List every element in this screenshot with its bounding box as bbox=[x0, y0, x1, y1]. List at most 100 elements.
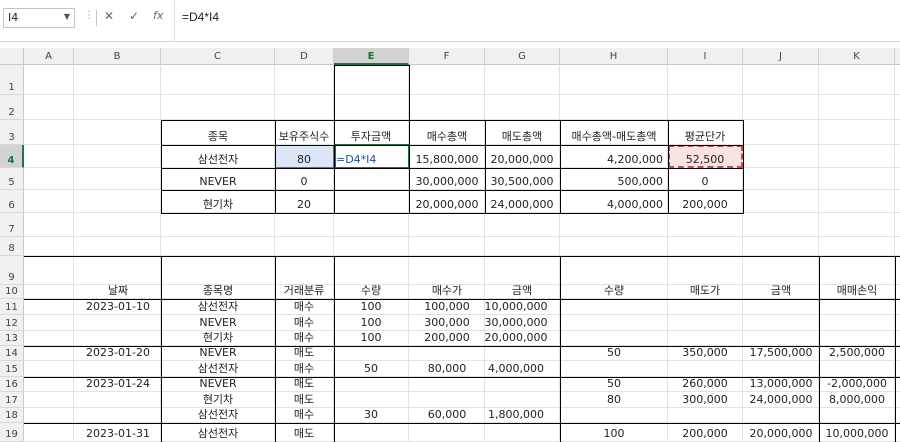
summary-invest[interactable]: =D4*I4 bbox=[336, 154, 376, 165]
cancel-icon[interactable]: ✕ bbox=[104, 9, 114, 23]
journal-profit-loss[interactable]: 8,000,000 bbox=[829, 394, 885, 405]
summary-header[interactable]: 매도총액 bbox=[502, 131, 542, 142]
journal-buy-qty[interactable]: 100 bbox=[361, 332, 382, 343]
journal-buy-qty[interactable]: 100 bbox=[361, 317, 382, 328]
row-header-9[interactable]: 9 bbox=[0, 256, 24, 285]
summary-diff[interactable]: 4,200,000 bbox=[607, 154, 663, 165]
journal-buy-amount[interactable]: 10,000,000 bbox=[485, 301, 548, 312]
select-all-corner[interactable] bbox=[0, 48, 24, 65]
journal-trade-type[interactable]: 매수 bbox=[294, 332, 314, 343]
journal-buy-amount[interactable]: 1,800,000 bbox=[488, 409, 544, 420]
journal-date[interactable]: 2023-01-20 bbox=[86, 347, 150, 358]
row-header-7[interactable]: 7 bbox=[0, 213, 24, 237]
row-header-8[interactable]: 8 bbox=[0, 237, 24, 256]
chevron-down-icon[interactable]: ▼ bbox=[64, 12, 70, 21]
journal-sell-price[interactable]: 350,000 bbox=[682, 347, 728, 358]
journal-stock[interactable]: NEVER bbox=[199, 317, 236, 328]
journal-header[interactable]: 금액 bbox=[512, 285, 532, 296]
journal-date[interactable]: 2023-01-24 bbox=[86, 378, 150, 389]
journal-trade-type[interactable]: 매수 bbox=[294, 301, 314, 312]
journal-sell-qty[interactable]: 100 bbox=[604, 428, 625, 439]
journal-stock[interactable]: 삼선전자 bbox=[198, 363, 238, 374]
journal-sell-price[interactable]: 300,000 bbox=[682, 394, 728, 405]
row-header-15[interactable]: 15 bbox=[0, 361, 24, 377]
column-header-f[interactable]: F bbox=[409, 48, 485, 65]
summary-qty[interactable]: 20 bbox=[297, 199, 311, 210]
summary-stock-name[interactable]: 삼선전자 bbox=[198, 154, 238, 165]
journal-trade-type[interactable]: 매도 bbox=[294, 428, 314, 439]
summary-avg-price[interactable]: 0 bbox=[702, 176, 709, 187]
journal-buy-amount[interactable]: 4,000,000 bbox=[488, 363, 544, 374]
journal-stock[interactable]: 현기차 bbox=[203, 332, 233, 343]
summary-qty[interactable]: 80 bbox=[297, 154, 311, 165]
summary-stock-name[interactable]: NEVER bbox=[199, 176, 236, 187]
journal-buy-qty[interactable]: 30 bbox=[364, 409, 378, 420]
journal-sell-amount[interactable]: 24,000,000 bbox=[750, 394, 813, 405]
row-header-11[interactable]: 11 bbox=[0, 299, 24, 315]
journal-trade-type[interactable]: 매수 bbox=[294, 317, 314, 328]
journal-sell-qty[interactable]: 50 bbox=[607, 347, 621, 358]
column-header-h[interactable]: H bbox=[560, 48, 668, 65]
journal-trade-type[interactable]: 매수 bbox=[294, 409, 314, 420]
summary-diff[interactable]: 500,000 bbox=[618, 176, 664, 187]
summary-avg-price[interactable]: 52,500 bbox=[686, 154, 725, 165]
journal-sell-amount[interactable]: 13,000,000 bbox=[750, 378, 813, 389]
row-header-18[interactable]: 18 bbox=[0, 408, 24, 423]
journal-sell-qty[interactable]: 80 bbox=[607, 394, 621, 405]
row-header-14[interactable]: 14 bbox=[0, 346, 24, 361]
row-header-10[interactable]: 10 bbox=[0, 285, 24, 299]
journal-header[interactable]: 거래분류 bbox=[284, 285, 324, 296]
journal-header[interactable]: 매도가 bbox=[690, 285, 720, 296]
formula-input[interactable]: =D4*I4 bbox=[182, 10, 219, 24]
column-header-i[interactable]: I bbox=[668, 48, 743, 65]
row-header-3[interactable]: 3 bbox=[0, 120, 24, 145]
journal-stock[interactable]: NEVER bbox=[199, 378, 236, 389]
journal-profit-loss[interactable]: 2,500,000 bbox=[829, 347, 885, 358]
row-header-12[interactable]: 12 bbox=[0, 315, 24, 331]
summary-qty[interactable]: 0 bbox=[301, 176, 308, 187]
journal-trade-type[interactable]: 매수 bbox=[294, 363, 314, 374]
journal-header[interactable]: 금액 bbox=[771, 285, 791, 296]
column-header-e[interactable]: E bbox=[334, 48, 409, 65]
column-header-d[interactable]: D bbox=[275, 48, 334, 65]
journal-buy-qty[interactable]: 50 bbox=[364, 363, 378, 374]
summary-sell-total[interactable]: 20,000,000 bbox=[491, 154, 554, 165]
journal-sell-price[interactable]: 260,000 bbox=[682, 378, 728, 389]
summary-header[interactable]: 매수총액 bbox=[427, 131, 467, 142]
row-header-4[interactable]: 4 bbox=[0, 145, 24, 168]
summary-header[interactable]: 투자금액 bbox=[351, 131, 391, 142]
summary-sell-total[interactable]: 30,500,000 bbox=[491, 176, 554, 187]
journal-header[interactable]: 수량 bbox=[361, 285, 381, 296]
journal-sell-price[interactable]: 200,000 bbox=[682, 428, 728, 439]
summary-header[interactable]: 매수총액-매도총액 bbox=[572, 131, 657, 142]
journal-date[interactable]: 2023-01-10 bbox=[86, 301, 150, 312]
journal-profit-loss[interactable]: 10,000,000 bbox=[826, 428, 889, 439]
journal-buy-price[interactable]: 60,000 bbox=[428, 409, 467, 420]
row-header-16[interactable]: 16 bbox=[0, 377, 24, 392]
row-header-13[interactable]: 13 bbox=[0, 331, 24, 346]
name-box[interactable]: I4 ▼ bbox=[3, 8, 75, 28]
summary-buy-total[interactable]: 15,800,000 bbox=[416, 154, 479, 165]
journal-buy-amount[interactable]: 20,000,000 bbox=[485, 332, 548, 343]
journal-buy-price[interactable]: 200,000 bbox=[424, 332, 470, 343]
column-header-b[interactable]: B bbox=[74, 48, 161, 65]
journal-header[interactable]: 매수가 bbox=[432, 285, 462, 296]
summary-avg-price[interactable]: 200,000 bbox=[682, 199, 728, 210]
summary-buy-total[interactable]: 30,000,000 bbox=[416, 176, 479, 187]
journal-trade-type[interactable]: 매도 bbox=[294, 347, 314, 358]
journal-profit-loss[interactable]: -2,000,000 bbox=[827, 378, 887, 389]
row-header-2[interactable]: 2 bbox=[0, 95, 24, 120]
summary-sell-total[interactable]: 24,000,000 bbox=[491, 199, 554, 210]
column-header-a[interactable]: A bbox=[24, 48, 74, 65]
journal-stock[interactable]: 현기차 bbox=[203, 394, 233, 405]
journal-stock[interactable]: 삼선전자 bbox=[198, 428, 238, 439]
journal-buy-amount[interactable]: 30,000,000 bbox=[485, 317, 548, 328]
summary-header[interactable]: 평균단가 bbox=[685, 131, 725, 142]
summary-stock-name[interactable]: 현기차 bbox=[203, 199, 233, 210]
journal-stock[interactable]: 삼선전자 bbox=[198, 409, 238, 420]
summary-buy-total[interactable]: 20,000,000 bbox=[416, 199, 479, 210]
journal-header[interactable]: 종목명 bbox=[203, 285, 233, 296]
journal-trade-type[interactable]: 매도 bbox=[294, 378, 314, 389]
journal-buy-price[interactable]: 300,000 bbox=[424, 317, 470, 328]
column-header-g[interactable]: G bbox=[485, 48, 560, 65]
